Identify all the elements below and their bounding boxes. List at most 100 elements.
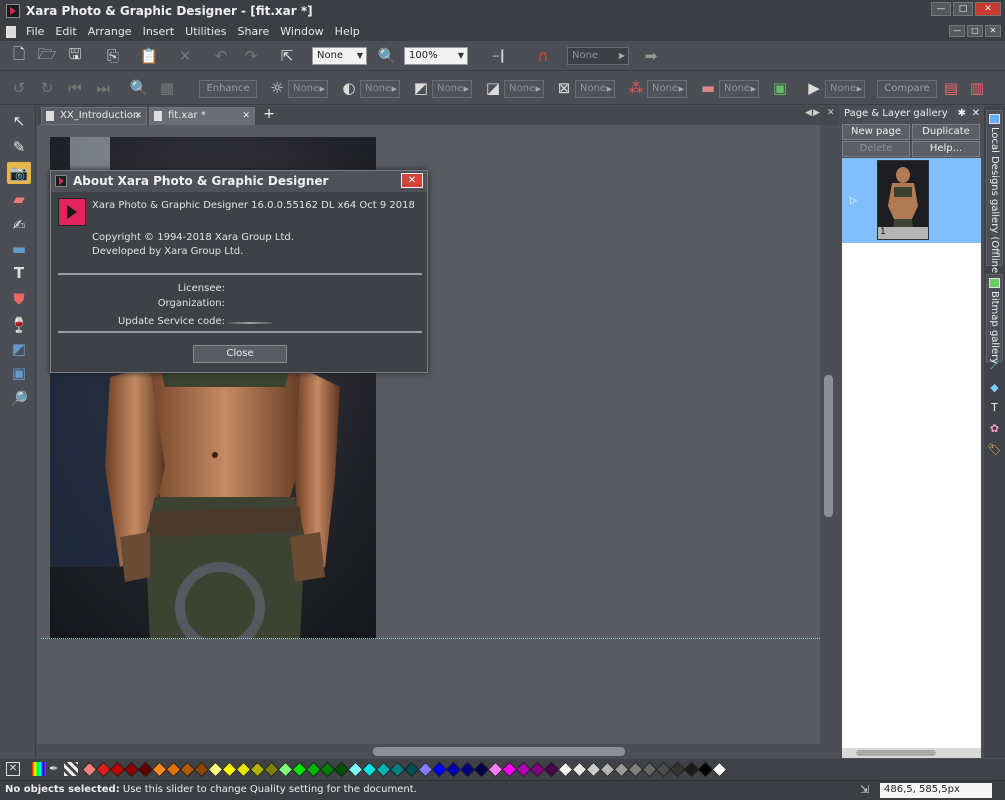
crop-icon[interactable]: ▦ [156,77,178,99]
undo-icon[interactable]: ↶ [210,45,232,67]
effect-value[interactable]: None [825,80,865,98]
saturation-value[interactable]: None [575,80,615,98]
photo-edit-icon[interactable]: ▥ [966,77,988,99]
pattern-swatch-icon[interactable] [64,762,78,776]
tab-local-designs-gallery[interactable]: Local Designs gallery (Offline) [986,110,1003,277]
brightness-value[interactable]: None [288,80,328,98]
tab-fit-xar[interactable]: fit.xar * ✕ [149,107,255,125]
transparency-tool-icon[interactable]: 🍷 [7,314,31,336]
zoom-select[interactable]: 100% ▼ [404,47,468,65]
snap-icon[interactable]: ⇲ [860,783,869,796]
text-tool-icon[interactable]: T [7,262,31,284]
temperature-value[interactable]: None [719,80,759,98]
contrast-icon[interactable]: ◐ [338,77,360,99]
temperature-icon[interactable]: ▬ [697,77,719,99]
color-picker-icon[interactable] [32,762,46,776]
minimize-button[interactable]: — [931,2,951,16]
close-icon[interactable]: ✕ [242,108,250,124]
maximize-button[interactable]: □ [953,2,973,16]
zoom-tool-icon[interactable]: 🔎 [7,388,31,410]
selector-tool-icon[interactable]: ↖ [7,110,31,132]
shape-editor-tool-icon[interactable]: ✎ [7,136,31,158]
horizontal-scroll-thumb[interactable] [373,747,625,756]
close-window-button[interactable]: ✕ [975,2,1001,16]
horizontal-scrollbar[interactable] [37,745,820,759]
previous-icon[interactable]: ⏮ [64,77,86,99]
add-tab-button[interactable]: + [262,107,276,122]
play-icon[interactable]: ▶ [803,77,825,99]
chevron-right-icon[interactable]: ▷ [850,196,857,206]
shadows-value[interactable]: None [432,80,472,98]
right-select[interactable]: None ▶ [567,47,629,65]
eraser-tool-icon[interactable]: ▰ [7,188,31,210]
next-icon[interactable]: ⏭ [92,77,114,99]
menu-utilities[interactable]: Utilities [181,25,233,38]
highlights-icon[interactable]: ◪ [482,77,504,99]
tab-xx-introduction[interactable]: XX_Introduction ✕ [41,107,147,125]
copy-icon[interactable]: ⎘ [102,45,124,67]
close-icon[interactable]: ✕ [972,106,980,122]
enhance-button[interactable]: Enhance [199,80,257,98]
page-thumbnail[interactable]: 1 [877,160,929,240]
menu-share[interactable]: Share [234,25,277,38]
menu-file[interactable]: File [22,25,51,38]
shadow-tool-icon[interactable]: ◩ [7,338,31,360]
color-value[interactable]: None [647,80,687,98]
tab-bitmap-gallery[interactable]: Bitmap gallery [986,274,1003,364]
gallery-scroll-thumb[interactable] [856,750,936,756]
menu-window[interactable]: Window [276,25,330,38]
contrast-value[interactable]: None [360,80,400,98]
list-item[interactable]: ▷ 1 [842,158,981,243]
zoom-to-page-icon[interactable]: ⇱ [276,45,298,67]
save-icon[interactable]: 🖫 [64,45,86,67]
xara-app-icon[interactable] [6,4,20,18]
line-gallery-icon[interactable]: ⟋ [987,358,1002,373]
rotate-right-icon[interactable]: ↻ [36,77,58,99]
font-gallery-icon[interactable]: T [987,400,1002,415]
menu-insert[interactable]: Insert [139,25,182,38]
shadows-icon[interactable]: ◩ [410,77,432,99]
duplicate-button[interactable]: Duplicate [912,124,980,140]
rectangle-tool-icon[interactable]: ▬ [7,238,31,260]
open-folder-icon[interactable]: 🗁 [36,45,58,67]
compare-button[interactable]: Compare [877,80,937,98]
magnify-icon[interactable]: 🔍 [128,77,150,99]
color-icon[interactable]: ⁂ [625,77,647,99]
color-gallery-icon[interactable]: ✿ [987,421,1002,436]
vertical-scroll-thumb[interactable] [824,375,833,517]
fill-tool-icon[interactable]: ⛊ [7,288,31,310]
menu-help[interactable]: Help [331,25,367,38]
eyedropper-icon[interactable]: ✒ [49,762,63,776]
no-color-swatch[interactable]: ✕ [6,762,20,776]
brush-tool-icon[interactable]: ✍ [7,214,31,236]
close-icon[interactable]: ✕ [401,173,423,188]
fill-gallery-icon[interactable]: ◆ [987,380,1002,395]
paste-icon[interactable]: 📋 [138,45,160,67]
photo-tool-icon[interactable]: 📷 [7,162,31,184]
close-icon[interactable]: ✕ [134,108,142,124]
frame-tool-icon[interactable]: ▣ [7,362,31,384]
quality-slider-icon[interactable]: ┄┃ [488,45,510,67]
menu-edit[interactable]: Edit [51,25,83,38]
pin-icon[interactable]: ✱ [958,106,966,122]
tab-close-icon[interactable]: ✕ [827,108,835,118]
delete-icon[interactable]: ✕ [174,45,196,67]
doc-close-button[interactable]: ✕ [985,25,1001,37]
menu-arrange[interactable]: Arrange [84,25,139,38]
vertical-scrollbar[interactable] [820,125,838,745]
color-swatch[interactable] [711,761,728,778]
tab-scroll-right-icon[interactable]: ▶ [813,108,820,118]
doc-restore-button[interactable]: □ [967,25,983,37]
quality-select[interactable]: None ▼ [312,47,367,65]
new-page-button[interactable]: New page [842,124,910,140]
help-button[interactable]: Help... [912,141,980,157]
zoom-icon[interactable]: 🔍 [376,45,398,67]
rotate-left-icon[interactable]: ↺ [8,77,30,99]
brightness-icon[interactable]: ☼ [266,77,288,99]
close-button[interactable]: Close [193,345,287,363]
highlights-value[interactable]: None [504,80,544,98]
histogram-icon[interactable]: ▤ [940,77,962,99]
magnet-snap-icon[interactable]: ∩ [532,45,554,67]
document-icon[interactable] [6,25,16,38]
delete-button[interactable]: Delete [842,141,910,157]
